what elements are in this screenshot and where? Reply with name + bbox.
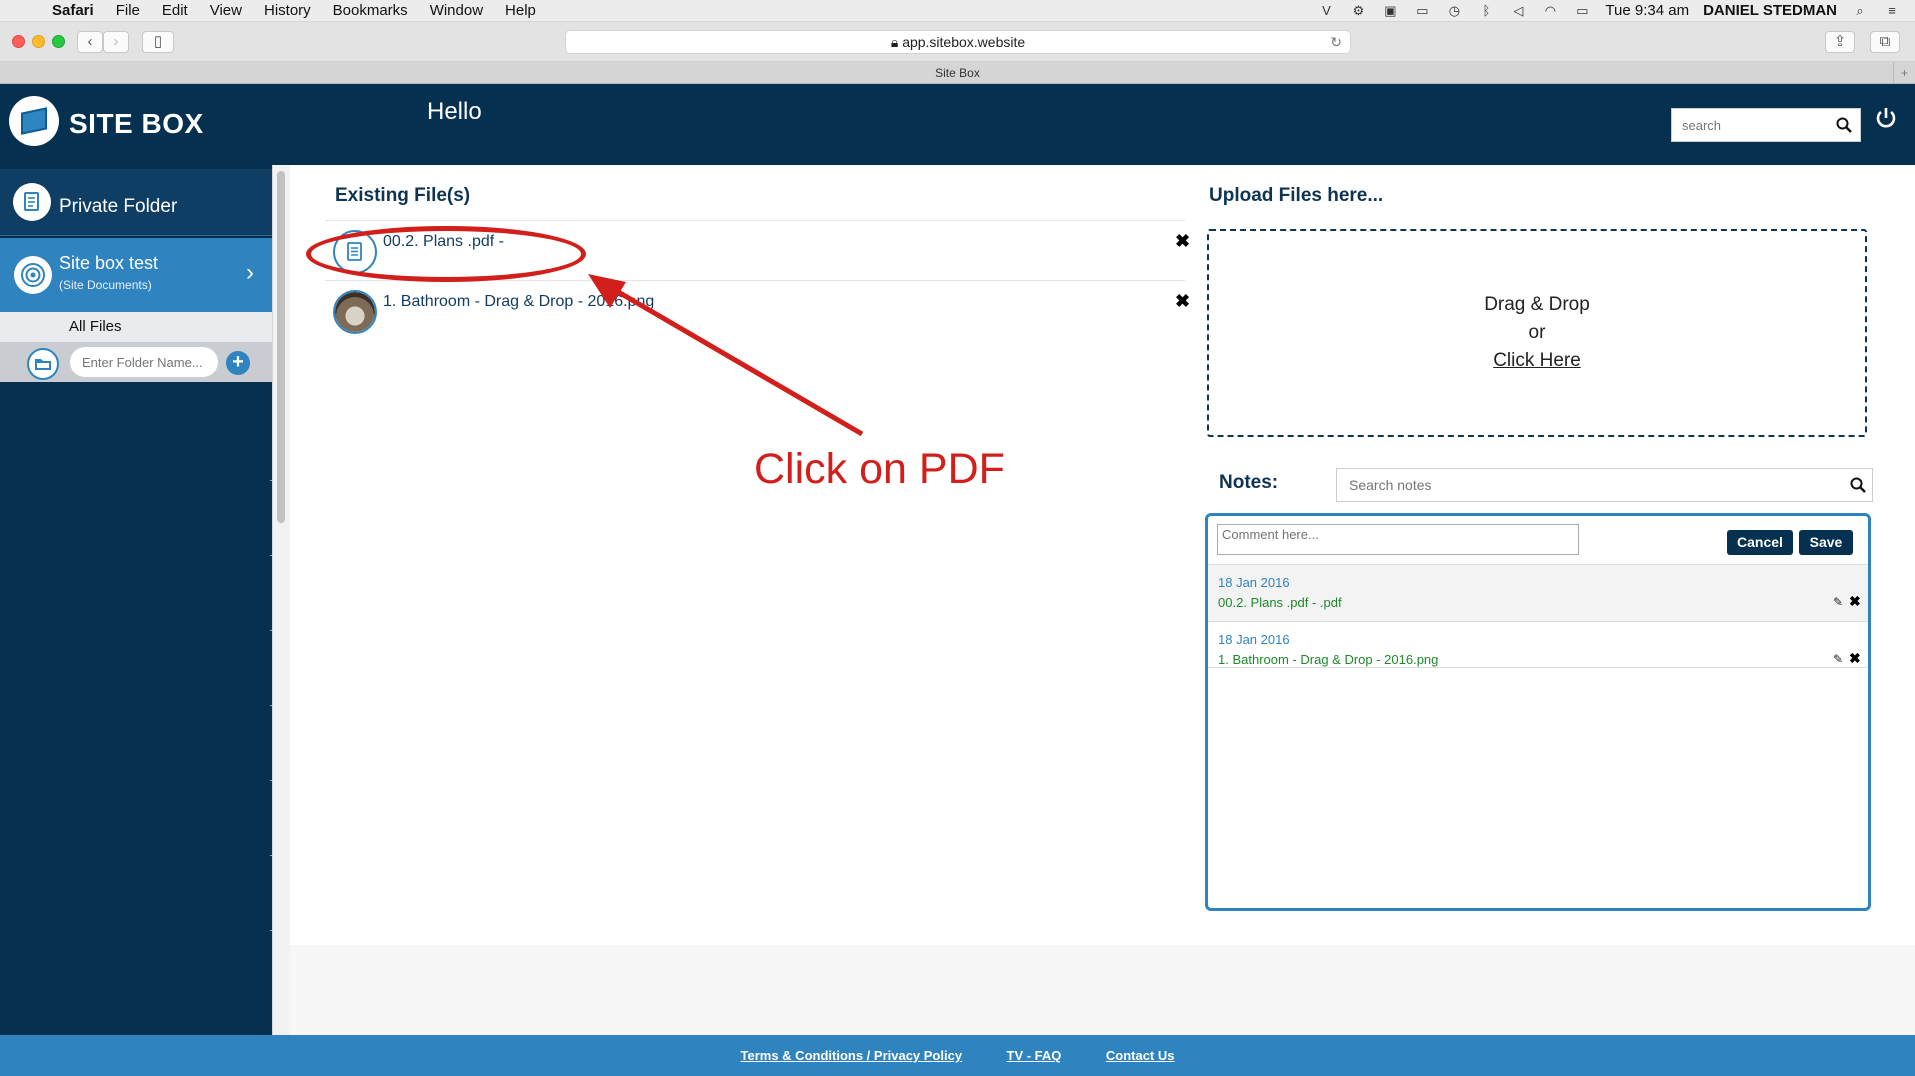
- sidebar-item-label: Private Folder: [59, 196, 178, 217]
- dropzone-line2: or: [1528, 322, 1546, 343]
- menu-edit[interactable]: Edit: [162, 2, 188, 19]
- delete-note-icon[interactable]: ✖: [1849, 650, 1861, 667]
- sidebar-scrollbar[interactable]: [272, 165, 290, 1035]
- chevron-right-icon[interactable]: ›: [246, 259, 254, 287]
- sidebar-item-site[interactable]: Site box test (Site Documents) ›: [0, 238, 272, 312]
- power-icon[interactable]: [1874, 106, 1898, 130]
- terms-link[interactable]: Terms & Conditions / Privacy Policy: [741, 1035, 963, 1076]
- menu-view[interactable]: View: [210, 2, 242, 19]
- note-date: 18 Jan 2016: [1218, 632, 1290, 647]
- notification-center-icon[interactable]: ≡: [1883, 3, 1901, 18]
- zoom-window-button[interactable]: [52, 35, 65, 48]
- site-name: Site box test: [59, 253, 159, 273]
- delete-note-icon[interactable]: ✖: [1849, 593, 1861, 610]
- notes-search-input[interactable]: [1337, 469, 1837, 501]
- note-date: 18 Jan 2016: [1218, 575, 1290, 590]
- tabs-overview-icon[interactable]: ⧉: [1870, 31, 1900, 53]
- note-item: 18 Jan 2016 1. Bathroom - Drag & Drop - …: [1208, 621, 1868, 668]
- sidebar-item-private-folder[interactable]: Private Folder: [0, 169, 272, 236]
- note-text: 00.2. Plans .pdf - .pdf: [1218, 595, 1342, 610]
- note-item: 18 Jan 2016 00.2. Plans .pdf - .pdf ✎ ✖: [1208, 564, 1868, 621]
- menu-history[interactable]: History: [264, 2, 311, 19]
- clock[interactable]: Tue 9:34 am: [1605, 2, 1689, 19]
- edit-icon[interactable]: ✎: [1833, 652, 1843, 666]
- vivaldi-icon[interactable]: V: [1317, 3, 1335, 18]
- existing-files-title: Existing File(s): [335, 185, 471, 206]
- delete-file-icon[interactable]: ✖: [1175, 291, 1190, 312]
- dropzone-line1: Drag & Drop: [1484, 294, 1590, 315]
- greeting: Hello: [427, 98, 482, 125]
- contact-link[interactable]: Contact Us: [1106, 1035, 1175, 1076]
- footer: Terms & Conditions / Privacy Policy TV -…: [0, 1035, 1915, 1076]
- url-text: app.sitebox.website: [902, 34, 1026, 50]
- save-button[interactable]: Save: [1799, 530, 1853, 555]
- document-icon: [13, 183, 51, 221]
- forward-button[interactable]: ›: [103, 31, 129, 53]
- site-subtitle: (Site Documents): [59, 278, 152, 292]
- sidebar: Private Folder Site box test (Site Docum…: [0, 165, 272, 1035]
- battery-icon[interactable]: ▭: [1573, 3, 1591, 18]
- bluetooth-icon[interactable]: ᛒ: [1477, 3, 1495, 18]
- note-text: 1. Bathroom - Drag & Drop - 2016.png: [1218, 652, 1439, 667]
- search-icon[interactable]: [1836, 117, 1852, 133]
- airplay-icon[interactable]: ▭: [1413, 3, 1431, 18]
- menu-bookmarks[interactable]: Bookmarks: [333, 2, 408, 19]
- search-icon[interactable]: [1850, 477, 1866, 493]
- upload-title: Upload Files here...: [1209, 185, 1384, 206]
- lock-icon: 🔒︎: [890, 34, 903, 50]
- content-bottom-area: [290, 945, 1915, 1035]
- upload-dropzone[interactable]: Drag & Drop or Click Here: [1207, 229, 1867, 437]
- comment-input[interactable]: [1217, 524, 1579, 555]
- cancel-button[interactable]: Cancel: [1727, 530, 1793, 555]
- new-tab-icon[interactable]: +: [1893, 62, 1915, 84]
- header-search-input[interactable]: [1672, 109, 1822, 141]
- address-bar[interactable]: 🔒︎ app.sitebox.website ↻: [565, 30, 1351, 54]
- all-files-link[interactable]: All Files: [0, 312, 272, 342]
- edit-icon[interactable]: ✎: [1833, 595, 1843, 609]
- annotation-text: Click on PDF: [754, 445, 1005, 493]
- delete-file-icon[interactable]: ✖: [1175, 231, 1190, 252]
- click-here-link[interactable]: Click Here: [1209, 347, 1865, 375]
- sidebar-toggle-icon[interactable]: ▯: [142, 31, 174, 53]
- menu-help[interactable]: Help: [505, 2, 536, 19]
- back-button[interactable]: ‹: [77, 31, 103, 53]
- folder-icon: [27, 348, 59, 380]
- annotation-arrow: [588, 274, 864, 437]
- volume-icon[interactable]: ◁: [1509, 3, 1527, 18]
- main-content: Existing File(s) 00.2. Plans .pdf - ✖ 1.…: [290, 165, 1915, 945]
- browser-toolbar: ‹ › ▯ 🔒︎ app.sitebox.website ↻ ⇪ ⧉: [0, 22, 1915, 62]
- status-area: V ⚙ ▣ ▭ ◷ ᛒ ◁ ◠ ▭ Tue 9:34 am DANIEL STE…: [1317, 2, 1915, 19]
- close-window-button[interactable]: [12, 35, 25, 48]
- app-icon[interactable]: ▣: [1381, 3, 1399, 18]
- settings-icon[interactable]: ⚙: [1349, 3, 1367, 18]
- reload-icon[interactable]: ↻: [1330, 31, 1342, 53]
- menu-window[interactable]: Window: [430, 2, 483, 19]
- tab-bar: Site Box +: [0, 62, 1915, 84]
- annotation-ellipse: [306, 226, 586, 282]
- image-thumbnail[interactable]: [333, 290, 377, 334]
- os-menu-bar: Safari File Edit View History Bookmarks …: [0, 0, 1915, 22]
- brand-name[interactable]: SITE BOX: [69, 108, 204, 140]
- sitebox-logo-icon[interactable]: [9, 96, 59, 146]
- time-machine-icon[interactable]: ◷: [1445, 3, 1463, 18]
- add-folder-button[interactable]: +: [226, 351, 250, 375]
- spotlight-icon[interactable]: ⌕: [1851, 3, 1869, 18]
- folder-name-input[interactable]: [70, 347, 218, 377]
- app-header: SITE BOX Hello: [0, 84, 1915, 165]
- notes-label: Notes:: [1219, 472, 1279, 493]
- tab-title[interactable]: Site Box: [935, 66, 980, 80]
- wifi-icon[interactable]: ◠: [1541, 3, 1559, 18]
- target-icon: [14, 256, 52, 294]
- new-folder-row: +: [0, 342, 272, 382]
- notes-panel: Cancel Save 18 Jan 2016 00.2. Plans .pdf…: [1205, 513, 1871, 911]
- header-search: [1671, 108, 1861, 142]
- menu-file[interactable]: File: [116, 2, 140, 19]
- minimize-window-button[interactable]: [32, 35, 45, 48]
- faq-link[interactable]: TV - FAQ: [1007, 1035, 1062, 1076]
- notes-search: [1336, 468, 1873, 502]
- user-name[interactable]: DANIEL STEDMAN: [1703, 2, 1837, 19]
- scrollbar-thumb[interactable]: [277, 171, 285, 523]
- menu-app-name[interactable]: Safari: [52, 2, 94, 19]
- share-icon[interactable]: ⇪: [1825, 31, 1855, 53]
